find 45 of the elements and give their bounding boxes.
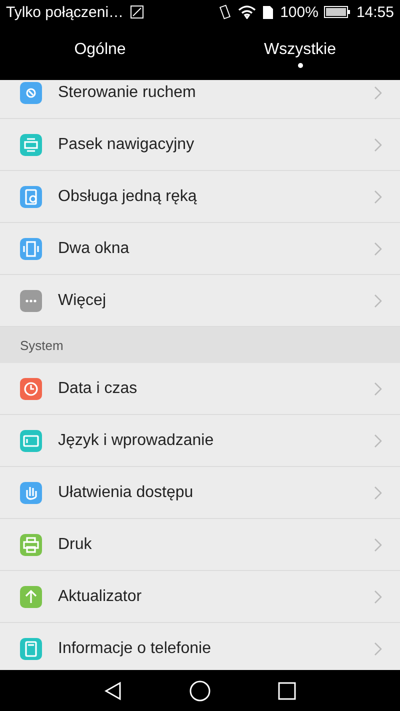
chevron-icon <box>374 86 382 100</box>
chevron-icon <box>374 138 382 152</box>
item-label: Język i wprowadzanie <box>58 432 215 450</box>
settings-item[interactable]: Druk <box>0 519 400 571</box>
item-label: Dwa okna <box>58 240 130 258</box>
tab[interactable]: Wszystkie <box>200 24 400 80</box>
chevron-icon <box>374 190 382 204</box>
wifi-icon <box>238 5 256 19</box>
chevron-icon <box>374 486 382 500</box>
item-label: Aktualizator <box>58 588 143 606</box>
item-label: Więcej <box>58 292 108 310</box>
settings-item[interactable]: Obsługa jedną ręką <box>0 171 400 223</box>
battery-percent: 100% <box>280 4 318 20</box>
home-icon[interactable] <box>189 680 211 702</box>
chevron-icon <box>374 242 382 256</box>
settings-item[interactable]: Ułatwienia dostępu <box>0 467 400 519</box>
vibrate-icon <box>218 4 232 20</box>
image-icon <box>130 5 144 19</box>
settings-item[interactable]: Data i czas <box>0 363 400 415</box>
item-label: Data i czas <box>58 380 138 398</box>
settings-item[interactable]: Dwa okna <box>0 223 400 275</box>
section-header: System <box>0 327 400 363</box>
status-text: Tylko połączeni… <box>6 4 124 20</box>
chevron-icon <box>374 382 382 396</box>
chevron-icon <box>374 590 382 604</box>
item-label: Ułatwienia dostępu <box>58 484 194 502</box>
battery-icon <box>324 6 350 18</box>
item-label: Pasek nawigacyjny <box>58 136 196 154</box>
chevron-icon <box>374 642 382 656</box>
item-label: Obsługa jedną ręką <box>58 188 198 206</box>
settings-item[interactable]: Aktualizator <box>0 571 400 623</box>
item-label: Sterowanie ruchem <box>58 84 197 102</box>
back-icon[interactable] <box>103 680 123 700</box>
recents-icon[interactable] <box>277 680 297 700</box>
clock-time: 14:55 <box>356 4 394 20</box>
settings-item[interactable]: Pasek nawigacyjny <box>0 119 400 171</box>
chevron-icon <box>374 294 382 308</box>
chevron-icon <box>374 538 382 552</box>
sim-icon <box>262 4 274 20</box>
item-label: Druk <box>58 536 93 554</box>
settings-item[interactable]: Sterowanie ruchem <box>0 80 400 119</box>
item-label: Informacje o telefonie <box>58 640 212 658</box>
chevron-icon <box>374 434 382 448</box>
tab[interactable]: Ogólne <box>0 24 200 80</box>
settings-item[interactable]: Język i wprowadzanie <box>0 415 400 467</box>
